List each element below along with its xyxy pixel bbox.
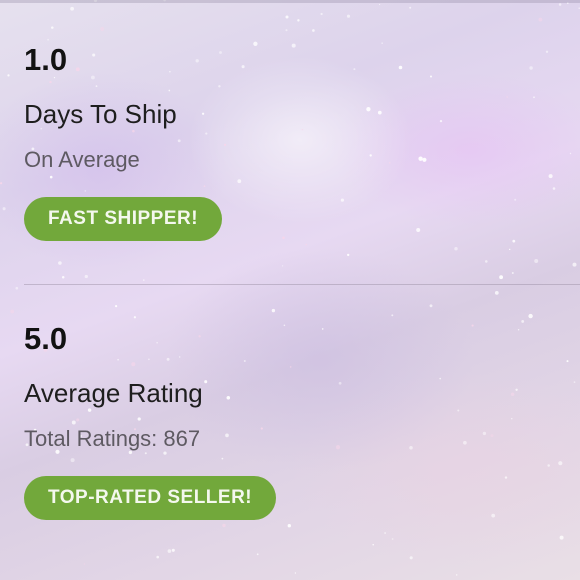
sparkle-dot <box>15 286 19 290</box>
sparkle-dot <box>569 152 572 155</box>
total-ratings-count: Total Ratings: 867 <box>24 426 201 451</box>
sparkle-dot <box>10 309 15 314</box>
sparkle-dot <box>566 360 569 363</box>
shipping-days-label: Days To Ship <box>24 99 177 129</box>
fast-shipper-badge: FAST SHIPPER! <box>24 197 223 241</box>
average-rating-label: Average Rating <box>24 378 203 408</box>
sparkle-dot <box>573 381 576 383</box>
shipping-days-value: 1.0 <box>24 42 68 77</box>
sparkle-dot <box>2 207 6 211</box>
sparkle-dot <box>7 74 10 77</box>
rating-stat-section: 5.0 Average Rating Total Ratings: 867 TO… <box>24 285 564 575</box>
sparkle-dot <box>0 182 3 185</box>
average-rating-value: 5.0 <box>24 321 68 356</box>
shipping-stat-section: 1.0 Days To Ship On Average FAST SHIPPER… <box>24 0 564 280</box>
top-rated-seller-badge: TOP-RATED SELLER! <box>24 476 277 520</box>
shipping-days-subtext: On Average <box>24 147 140 172</box>
sparkle-dot <box>572 262 577 267</box>
